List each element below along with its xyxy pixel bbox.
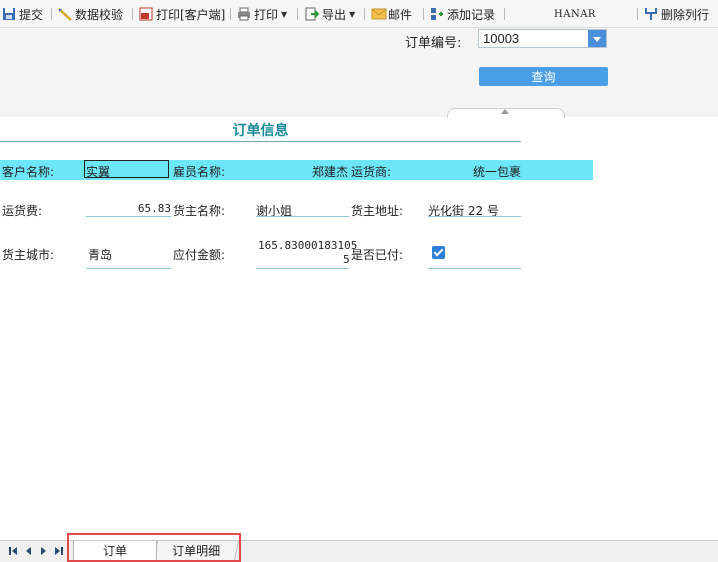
freight-value[interactable]: 65.83 [86, 202, 171, 215]
shipper-city-value[interactable]: 青岛 [88, 246, 112, 263]
freight-label: 运货费: [2, 204, 43, 218]
add-record-icon [430, 7, 444, 21]
collapse-panel-handle[interactable] [447, 108, 565, 118]
delete-row-label: 删除列行 [661, 7, 710, 22]
toolbar-center-text: HANAR [554, 8, 596, 20]
delete-row-icon [644, 7, 658, 21]
print-client-label: 打印[客户端] [156, 7, 226, 22]
first-icon [9, 547, 11, 555]
order-no-label: 订单编号: [405, 36, 462, 51]
carrier-label: 运货商: [351, 165, 392, 179]
toolbar-divider [230, 8, 231, 20]
last-icon [55, 547, 60, 555]
customer-name-label: 客户名称: [2, 165, 55, 179]
tabs-highlight-box [67, 533, 241, 562]
print-label: 打印 [254, 7, 279, 22]
address-underline [428, 216, 521, 217]
toolbar-divider [132, 8, 133, 20]
parameter-panel: 订单编号: 10003 查询 [0, 28, 718, 118]
amount-due-value-wrap: 5 [343, 253, 350, 266]
title-divider [0, 141, 521, 142]
toolbar-divider [423, 8, 424, 20]
delete-row-button[interactable]: 删除列行 [644, 0, 709, 28]
print-dropdown[interactable]: 打印 ▼ [237, 0, 287, 28]
prev-icon [26, 547, 31, 555]
shipper-name-label: 货主名称: [173, 204, 226, 218]
employee-name-value: 郑建杰 [312, 165, 349, 179]
toolbar-divider [637, 8, 638, 20]
submit-label: 提交 [19, 7, 44, 22]
export-dropdown[interactable]: 导出 ▼ [305, 0, 355, 28]
shipper-underline [256, 216, 349, 217]
add-record-button[interactable]: 添加记录 [430, 0, 495, 28]
amount-underline [256, 268, 349, 269]
selected-cell [84, 160, 169, 178]
next-icon [41, 547, 46, 555]
add-record-label: 添加记录 [447, 7, 496, 22]
freight-underline [86, 216, 171, 217]
paid-underline [428, 268, 521, 269]
city-underline [86, 268, 171, 269]
chevron-down-icon: ▼ [349, 9, 356, 19]
carrier-value: 统一包裹 [473, 165, 522, 179]
toolbar-divider [51, 8, 52, 20]
mail-button[interactable]: 邮件 [371, 0, 412, 28]
next-sheet-button[interactable] [40, 546, 50, 556]
toolbar-divider [504, 8, 505, 20]
shipper-city-label: 货主城市: [2, 248, 55, 262]
mail-icon [371, 7, 387, 21]
dropdown-arrow-icon[interactable] [588, 30, 606, 47]
paid-label: 是否已付: [351, 248, 404, 262]
pdf-print-icon [139, 7, 153, 21]
data-validate-label: 数据校验 [75, 7, 124, 22]
paid-checkbox[interactable] [432, 246, 445, 259]
chevron-down-icon: ▼ [281, 9, 288, 19]
toolbar-divider [364, 8, 365, 20]
data-validate-button[interactable]: 数据校验 [58, 0, 123, 28]
amount-due-label: 应付金额: [173, 248, 226, 262]
print-client-button[interactable]: 打印[客户端] [139, 0, 225, 28]
toolbar: 提交 数据校验 打印[客户端] 打印 ▼ 导出 ▼ 邮件 添加记录 HANAR … [0, 0, 718, 28]
validate-icon [58, 7, 72, 21]
shipper-address-label: 货主地址: [351, 204, 404, 218]
printer-icon [237, 7, 251, 21]
last-sheet-button[interactable] [55, 546, 65, 556]
save-icon [2, 7, 16, 21]
prev-sheet-button[interactable] [25, 546, 35, 556]
query-button[interactable]: 查询 [479, 67, 608, 86]
order-no-value: 10003 [483, 31, 520, 46]
order-no-combobox[interactable]: 10003 [478, 29, 607, 48]
report-title: 订单信息 [232, 123, 289, 139]
employee-name-label: 雇员名称: [173, 165, 226, 179]
toolbar-divider [297, 8, 298, 20]
mail-label: 邮件 [388, 7, 413, 22]
submit-button[interactable]: 提交 [2, 0, 43, 28]
export-label: 导出 [322, 7, 347, 22]
amount-due-value[interactable]: 165.83000183105 [258, 239, 357, 252]
first-sheet-button[interactable] [9, 546, 19, 556]
export-icon [305, 7, 320, 21]
